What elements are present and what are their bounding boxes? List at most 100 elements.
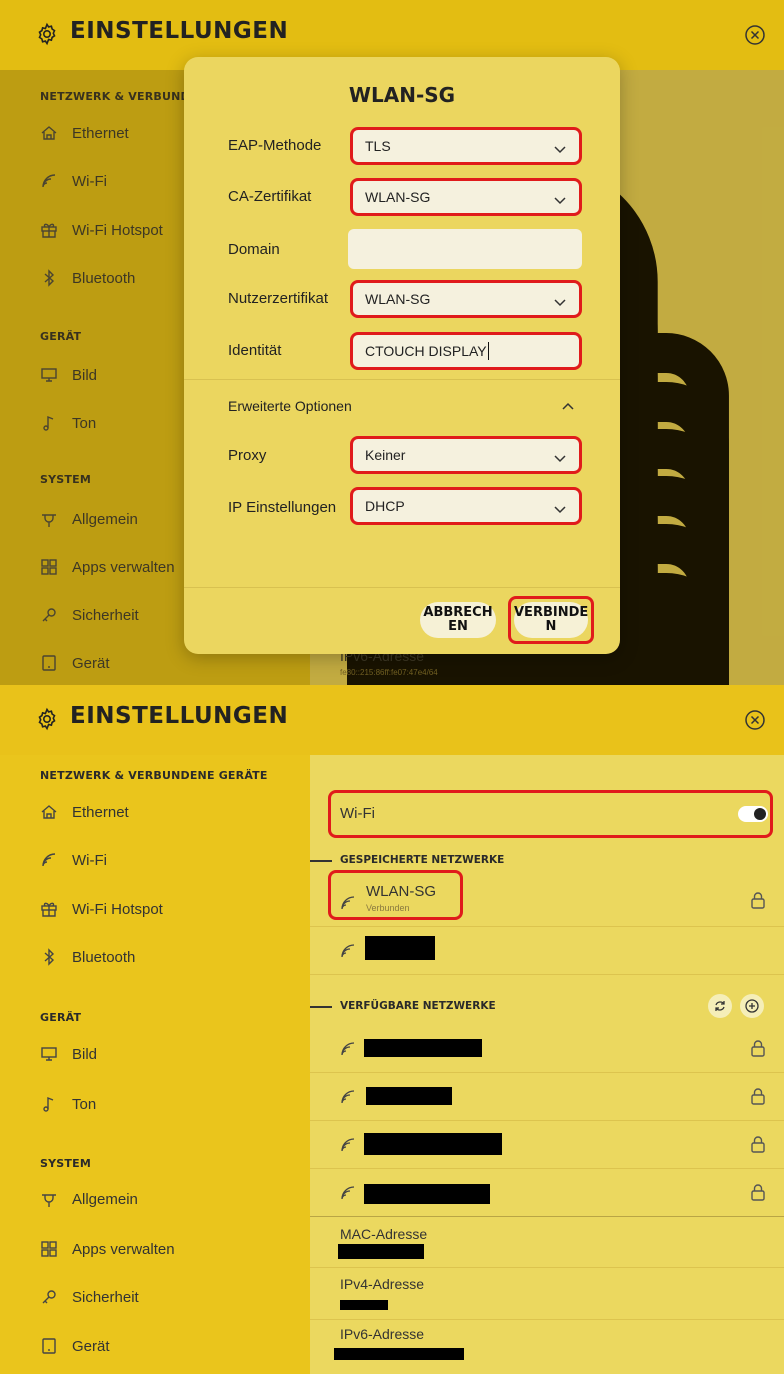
wifi-label: Wi-Fi: [340, 805, 375, 822]
sidebar-item-label: Bluetooth: [72, 948, 136, 966]
ipv4-address-row: IPv4-Adresse: [310, 1268, 784, 1320]
app-title: EINSTELLUNGEN: [70, 18, 289, 44]
eap-method-label: EAP-Methode: [228, 137, 322, 154]
chevron-down-icon: [554, 197, 566, 205]
sidebar-item-label: Ethernet: [72, 803, 129, 821]
monitor-icon: [41, 1047, 57, 1061]
gift-icon: [41, 902, 57, 917]
eap-method-select[interactable]: TLS: [350, 127, 582, 165]
wifi-icon: [341, 1138, 355, 1152]
sidebar-item-wifi[interactable]: Wi-Fi: [40, 845, 107, 875]
sidebar-item-picture[interactable]: Bild: [40, 1039, 97, 1069]
redacted-name: [364, 1184, 490, 1204]
connect-button[interactable]: VERBINDE N: [514, 602, 588, 638]
saved-networks-heading: GESPEICHERTE NETZWERKE: [340, 854, 505, 866]
settings-screen-wifi: EINSTELLUNGEN NETZWERK & VERBUNDENE GERÄ…: [0, 685, 784, 1374]
user-cert-select[interactable]: WLAN-SG: [350, 280, 582, 318]
available-network-row[interactable]: [310, 1169, 784, 1217]
sidebar-item-label: Wi-Fi: [72, 851, 107, 869]
ipv4-address-label: IPv4-Adresse: [340, 1276, 425, 1292]
sidebar-item-bluetooth[interactable]: Bluetooth: [40, 942, 135, 972]
available-network-row[interactable]: [310, 1025, 784, 1073]
ipv6-address-row: IPv6-Adresse: [310, 1320, 784, 1374]
lock-icon: [751, 1040, 765, 1057]
dialog-title: WLAN-SG: [348, 83, 456, 107]
cancel-button[interactable]: ABBRECH EN: [420, 602, 496, 638]
sidebar-item-ethernet[interactable]: Ethernet: [40, 797, 129, 827]
wifi-icon: [341, 1042, 355, 1056]
sidebar-item-sound[interactable]: Ton: [40, 1089, 96, 1119]
lock-icon: [751, 1088, 765, 1105]
domain-label: Domain: [228, 241, 280, 258]
chevron-up-icon[interactable]: [561, 400, 575, 414]
sidebar-item-security[interactable]: Sicherheit: [40, 1282, 139, 1312]
wifi-toggle[interactable]: [738, 806, 768, 822]
add-network-button[interactable]: [740, 994, 764, 1018]
ip-settings-select[interactable]: DHCP: [350, 487, 582, 525]
ca-cert-select[interactable]: WLAN-SG: [350, 178, 582, 216]
refresh-button[interactable]: [708, 994, 732, 1018]
wifi-config-dialog: WLAN-SG EAP-Methode TLS CA-Zertifikat WL…: [184, 57, 620, 654]
sidebar-item-label: Gerät: [72, 1337, 110, 1355]
lock-icon: [751, 1136, 765, 1153]
divider: [310, 1006, 332, 1008]
lock-icon: [751, 1184, 765, 1201]
redacted-value: [340, 1300, 388, 1310]
domain-input[interactable]: [348, 229, 582, 269]
eap-method-value: TLS: [365, 138, 391, 154]
close-icon[interactable]: [744, 24, 766, 46]
sidebar-item-general[interactable]: Allgemein: [40, 1184, 138, 1214]
bluetooth-icon: [44, 948, 55, 966]
sidebar-item-label: Sicherheit: [72, 1288, 139, 1306]
mac-address-label: MAC-Adresse: [340, 1226, 428, 1242]
redacted-name: [365, 936, 435, 960]
advanced-options-label[interactable]: Erweiterte Optionen: [228, 398, 352, 414]
plug-icon: [42, 1194, 56, 1207]
available-network-row[interactable]: [310, 1121, 784, 1169]
sidebar-item-apps[interactable]: Apps verwalten: [40, 1234, 175, 1264]
toggle-knob: [754, 808, 766, 820]
proxy-value: Keiner: [365, 447, 406, 463]
user-cert-value: WLAN-SG: [365, 291, 431, 307]
wifi-icon: [42, 853, 56, 867]
key-icon: [42, 1290, 56, 1304]
available-network-row[interactable]: [310, 1073, 784, 1121]
home-icon: [41, 805, 57, 819]
ipv6-address-label: IPv6-Adresse: [340, 1326, 425, 1342]
sidebar-item-device[interactable]: Gerät: [40, 1331, 110, 1361]
close-icon[interactable]: [744, 709, 766, 731]
sidebar-item-label: Apps verwalten: [72, 1240, 175, 1258]
apps-grid-icon: [41, 1241, 57, 1257]
app-title: EINSTELLUNGEN: [70, 703, 289, 729]
wifi-toggle-highlight: [328, 790, 773, 838]
sidebar-item-hotspot[interactable]: Wi-Fi Hotspot: [40, 894, 163, 924]
divider: [310, 860, 332, 862]
sidebar-item-label: Allgemein: [72, 1190, 138, 1208]
redacted-name: [364, 1133, 502, 1155]
proxy-label: Proxy: [228, 447, 267, 464]
title-bar: EINSTELLUNGEN: [0, 685, 784, 755]
divider: [184, 379, 620, 380]
available-networks-heading: VERFÜGBARE NETZWERKE: [340, 1000, 496, 1012]
plus-icon: [745, 999, 759, 1013]
identity-label: Identität: [228, 342, 282, 359]
redacted-name: [366, 1087, 452, 1105]
text-cursor: [487, 342, 489, 360]
redacted-value: [334, 1348, 464, 1360]
tablet-icon: [42, 1338, 56, 1354]
proxy-select[interactable]: Keiner: [350, 436, 582, 474]
redacted-value: [338, 1244, 424, 1259]
music-note-icon: [43, 1096, 54, 1112]
ip-settings-label: IP Einstellungen: [228, 499, 337, 516]
saved-network-highlight: [328, 870, 463, 920]
saved-network-row[interactable]: [310, 927, 784, 975]
chevron-down-icon: [554, 299, 566, 307]
chevron-down-icon: [554, 506, 566, 514]
identity-input[interactable]: CTOUCH DISPLAY: [350, 332, 582, 370]
chevron-down-icon: [554, 455, 566, 463]
wifi-icon: [341, 944, 355, 958]
divider: [184, 587, 620, 588]
wifi-icon: [341, 1186, 355, 1200]
lock-icon: [751, 892, 765, 909]
network-panel: Wi-Fi GESPEICHERTE NETZWERKE WLAN-SG Ver…: [310, 755, 784, 1374]
